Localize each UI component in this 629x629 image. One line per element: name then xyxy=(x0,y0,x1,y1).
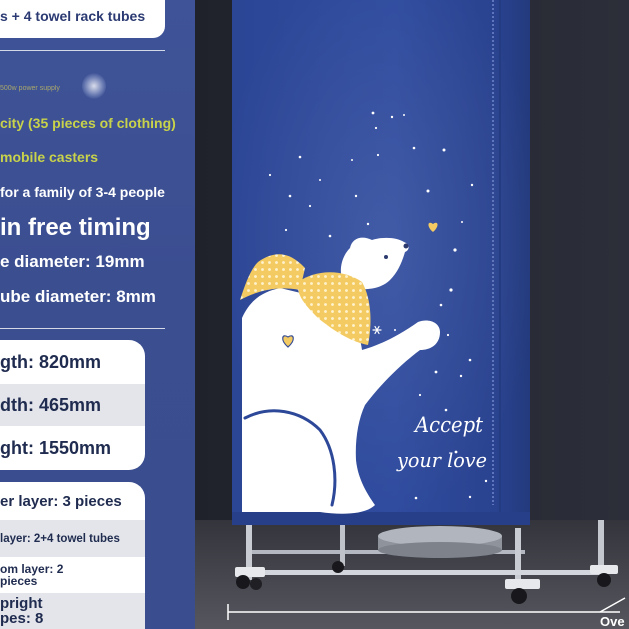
width-row: dth: 465mm xyxy=(0,384,145,426)
base-plate-right xyxy=(505,579,540,589)
sparkle-star xyxy=(442,148,446,152)
bottom-layer-line-2: pieces xyxy=(0,574,38,588)
cover-hem xyxy=(232,512,530,525)
sparkle-star xyxy=(354,194,358,198)
sparkle-star xyxy=(403,114,405,116)
upper-layer-row: er layer: 3 pieces xyxy=(0,482,145,520)
sparkle-star xyxy=(412,146,416,150)
sparkle-star xyxy=(374,126,378,130)
middle-layer-row: layer: 2+4 towel tubes xyxy=(0,520,145,557)
caster-wheel xyxy=(250,578,262,590)
sparkle-star xyxy=(468,358,472,362)
caster-wheel xyxy=(236,575,250,589)
sparkle-star xyxy=(446,333,450,337)
caster-wheel xyxy=(332,561,344,573)
bear-nose xyxy=(403,243,409,249)
base-plate-back xyxy=(590,565,618,574)
sparkle-star xyxy=(328,234,332,238)
sparkle-star xyxy=(319,179,321,181)
overall-dimension-label: Ove xyxy=(600,614,625,629)
sparkle-star xyxy=(449,288,453,292)
caster-wheel xyxy=(597,573,611,587)
leg-left-back xyxy=(340,520,345,566)
bear-eye xyxy=(384,255,388,259)
sparkle-star xyxy=(439,303,443,307)
sparkle-star xyxy=(376,153,380,157)
middle-layer-value: layer: 2+4 towel tubes xyxy=(0,532,120,545)
top-spec-box: s + 4 towel rack tubes xyxy=(0,0,165,38)
small-tube-diameter-spec: ube diameter: 8mm xyxy=(0,287,156,306)
slogan-line-1: Accept xyxy=(413,413,483,437)
dimensions-box: gth: 820mm dth: 465mm ght: 1550mm xyxy=(0,340,145,470)
sparkle-star xyxy=(426,189,430,193)
main-tube-diameter-spec: e diameter: 19mm xyxy=(0,252,145,271)
family-spec: for a family of 3-4 people xyxy=(0,184,165,200)
casters-spec: mobile casters xyxy=(0,149,99,165)
timing-spec: in free timing xyxy=(0,214,151,241)
length-row: gth: 820mm xyxy=(0,340,145,384)
sparkle-star xyxy=(288,194,292,198)
capacity-spec: city (35 pieces of clothing) xyxy=(0,115,176,131)
upright-tubes-row: pright pes: 8 xyxy=(0,593,145,629)
product-scene: Accept your love xyxy=(195,0,629,629)
width-value: dth: 465mm xyxy=(0,394,102,415)
sparkle-star xyxy=(366,222,370,226)
layers-box: er layer: 3 pieces layer: 2+4 towel tube… xyxy=(0,482,145,629)
upright-tubes-line-1: pright xyxy=(0,595,43,612)
length-value: gth: 820mm xyxy=(0,351,102,372)
sparkle-star xyxy=(468,495,472,499)
sparkle-star xyxy=(459,374,463,378)
sparkle-star xyxy=(394,329,396,331)
sparkle-star xyxy=(268,173,272,177)
upper-layer-value: er layer: 3 pieces xyxy=(0,492,122,510)
towel-rack-spec: s + 4 towel rack tubes xyxy=(0,8,146,24)
height-row: ght: 1550mm xyxy=(0,426,145,470)
sparkle-star xyxy=(371,111,375,115)
slogan-line-2: your love xyxy=(396,448,487,472)
spec-panel: s + 4 towel rack tubes 500w power supply… xyxy=(0,0,195,629)
sparkle-star xyxy=(461,221,463,223)
sparkle-star xyxy=(284,228,288,232)
caster-wheel xyxy=(511,588,527,604)
sparkle-star xyxy=(453,248,457,252)
power-spec: 500w power supply xyxy=(0,85,60,92)
sparkle-star xyxy=(351,159,353,161)
divider xyxy=(0,50,165,51)
sparkle-star xyxy=(444,408,448,412)
sparkle-star xyxy=(308,204,312,208)
sparkle-star xyxy=(390,115,394,119)
height-value: ght: 1550mm xyxy=(0,437,112,458)
sparkle-star xyxy=(414,496,418,500)
bottom-layer-row: om layer: 2 pieces xyxy=(0,557,145,593)
sparkle-star xyxy=(298,155,302,159)
fan-base xyxy=(378,542,502,558)
sparkle-star xyxy=(470,183,474,187)
blur-artifact xyxy=(82,73,106,99)
sparkle-star xyxy=(418,393,422,397)
upright-tubes-line-2: pes: 8 xyxy=(0,610,44,627)
sparkle-star xyxy=(434,370,438,374)
sparkle-star xyxy=(484,479,488,483)
divider xyxy=(0,328,165,329)
base-plate-left xyxy=(235,567,265,577)
front-rail xyxy=(240,570,605,575)
